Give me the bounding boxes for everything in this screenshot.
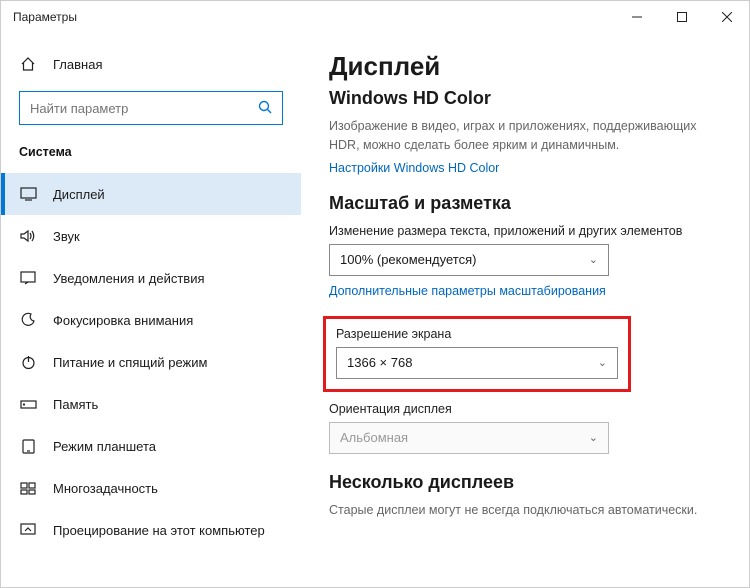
nav-label: Многозадачность	[53, 481, 158, 496]
notifications-icon	[19, 271, 37, 285]
resolution-value: 1366 × 768	[347, 355, 412, 370]
sidebar-item-display[interactable]: Дисплей	[1, 173, 301, 215]
scale-label: Изменение размера текста, приложений и д…	[329, 224, 721, 238]
sidebar-item-projecting[interactable]: Проецирование на этот компьютер	[1, 509, 301, 551]
focus-icon	[19, 312, 37, 328]
orientation-dropdown[interactable]: Альбомная ⌄	[329, 422, 609, 454]
orientation-label: Ориентация дисплея	[329, 402, 721, 416]
nav-label: Проецирование на этот компьютер	[53, 523, 265, 538]
sidebar-item-notifications[interactable]: Уведомления и действия	[1, 257, 301, 299]
resolution-label: Разрешение экрана	[336, 327, 618, 341]
nav-label: Дисплей	[53, 187, 105, 202]
nav-label: Уведомления и действия	[53, 271, 205, 286]
window-title: Параметры	[13, 10, 614, 24]
maximize-button[interactable]	[659, 1, 704, 33]
chevron-down-icon: ⌄	[589, 253, 598, 266]
home-button[interactable]: Главная	[1, 45, 301, 83]
projecting-icon	[19, 523, 37, 537]
multitask-icon	[19, 482, 37, 495]
display-icon	[19, 187, 37, 201]
hd-color-desc: Изображение в видео, играх и приложениях…	[329, 117, 721, 155]
nav-label: Звук	[53, 229, 80, 244]
sidebar-item-storage[interactable]: Память	[1, 383, 301, 425]
search-field[interactable]	[30, 101, 258, 116]
search-icon	[258, 100, 272, 117]
tablet-icon	[19, 439, 37, 454]
home-label: Главная	[53, 57, 102, 72]
orientation-value: Альбомная	[340, 430, 408, 445]
multi-display-heading: Несколько дисплеев	[329, 472, 721, 493]
sidebar-item-multitask[interactable]: Многозадачность	[1, 467, 301, 509]
scale-advanced-link[interactable]: Дополнительные параметры масштабирования	[329, 284, 721, 298]
power-icon	[19, 355, 37, 370]
minimize-button[interactable]	[614, 1, 659, 33]
scale-value: 100% (рекомендуется)	[340, 252, 476, 267]
chevron-down-icon: ⌄	[589, 431, 598, 444]
resolution-dropdown[interactable]: 1366 × 768 ⌄	[336, 347, 618, 379]
chevron-down-icon: ⌄	[598, 356, 607, 369]
nav-label: Питание и спящий режим	[53, 355, 207, 370]
sidebar-item-power[interactable]: Питание и спящий режим	[1, 341, 301, 383]
close-button[interactable]	[704, 1, 749, 33]
multi-display-desc: Старые дисплеи могут не всегда подключат…	[329, 503, 721, 517]
section-title: Система	[1, 139, 301, 173]
home-icon	[19, 56, 37, 72]
sidebar-item-focus[interactable]: Фокусировка внимания	[1, 299, 301, 341]
nav-label: Память	[53, 397, 98, 412]
page-title: Дисплей	[329, 51, 721, 82]
content: Дисплей Windows HD Color Изображение в в…	[301, 33, 749, 587]
sidebar-item-sound[interactable]: Звук	[1, 215, 301, 257]
sidebar: Главная Система Дисплей Звук Уведомления…	[1, 33, 301, 587]
titlebar: Параметры	[1, 1, 749, 33]
search-input[interactable]	[19, 91, 283, 125]
scale-heading: Масштаб и разметка	[329, 193, 721, 214]
resolution-highlight: Разрешение экрана 1366 × 768 ⌄	[323, 316, 631, 392]
nav-label: Режим планшета	[53, 439, 156, 454]
nav-label: Фокусировка внимания	[53, 313, 193, 328]
sidebar-item-tablet[interactable]: Режим планшета	[1, 425, 301, 467]
nav: Дисплей Звук Уведомления и действия Фоку…	[1, 173, 301, 551]
window-controls	[614, 1, 749, 33]
hd-color-heading: Windows HD Color	[329, 88, 721, 109]
scale-dropdown[interactable]: 100% (рекомендуется) ⌄	[329, 244, 609, 276]
hd-color-link[interactable]: Настройки Windows HD Color	[329, 161, 721, 175]
sound-icon	[19, 229, 37, 243]
storage-icon	[19, 398, 37, 410]
